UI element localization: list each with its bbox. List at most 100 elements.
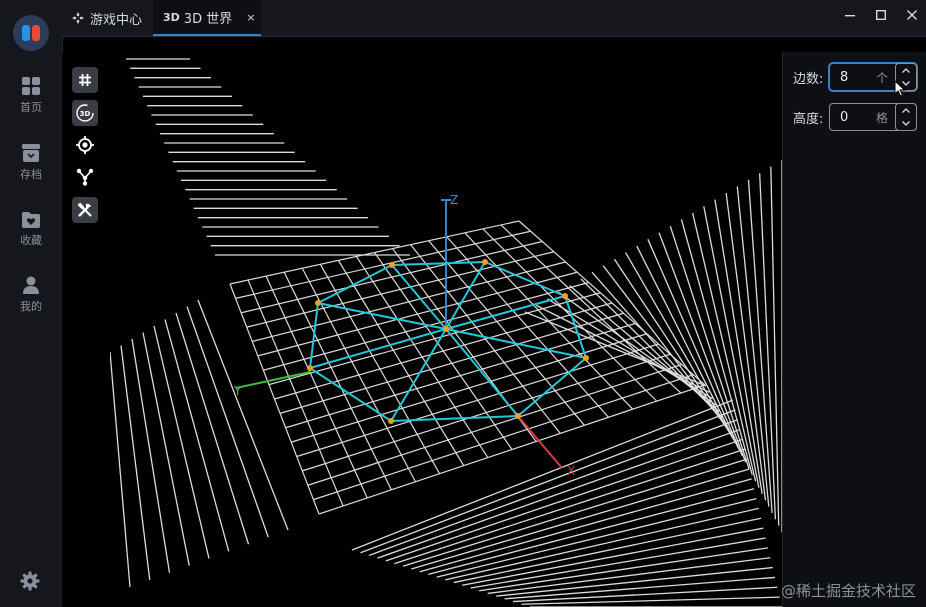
switch-logo-icon (22, 25, 40, 41)
3d-view-button[interactable]: 3D (72, 100, 98, 126)
tab-3d-world[interactable]: 3D 3D 世界 × (153, 0, 261, 36)
3d-badge: 3D (163, 10, 180, 24)
close-window-button[interactable] (902, 6, 922, 24)
minimize-icon (845, 15, 855, 17)
sidebar-item-home[interactable]: 首页 (0, 77, 62, 115)
graph-icon (76, 168, 94, 186)
target-button[interactable] (72, 132, 98, 158)
polygon-vertex[interactable] (307, 365, 313, 371)
archive-icon (22, 144, 40, 162)
chevron-up-icon (902, 68, 910, 73)
polygon-vertex[interactable] (443, 326, 449, 332)
grid-toggle-icon (79, 74, 91, 86)
height-input[interactable] (830, 109, 870, 125)
decrement-button[interactable] (896, 117, 916, 130)
grid-icon (22, 77, 40, 95)
tools-icon (77, 202, 92, 217)
sidebar-item-archive[interactable]: 存档 (0, 144, 62, 182)
chevron-up-icon (902, 108, 910, 113)
polygon-vertex[interactable] (388, 418, 394, 424)
grid-line (521, 596, 780, 605)
polygon-vertex[interactable] (482, 259, 488, 265)
z-axis-label: Z (450, 193, 458, 207)
watermark: @稀土掘金技术社区 (780, 582, 916, 600)
y-axis-label: Y (233, 384, 242, 398)
sides-label: 边数: (793, 71, 824, 87)
sides-unit: 个 (876, 70, 889, 85)
grid-line (445, 507, 759, 581)
sidebar-item-label: 存档 (20, 168, 42, 181)
grid-line (725, 192, 767, 501)
polygon-vertex[interactable] (515, 413, 521, 419)
heart-folder-icon (22, 212, 40, 228)
grid-toggle-button[interactable] (72, 67, 98, 93)
height-unit: 格 (876, 110, 889, 125)
tool-strip: 3D (62, 52, 110, 607)
close-icon (907, 10, 917, 20)
height-row: 高度: 格 (793, 103, 917, 131)
3d-rotate-icon: 3D (76, 104, 94, 122)
user-icon (23, 276, 39, 294)
grid-line (669, 225, 750, 469)
grid-line (428, 240, 585, 426)
floor-grid (229, 220, 706, 515)
octagon-shape[interactable] (307, 259, 589, 424)
x-axis (516, 414, 563, 469)
sides-input[interactable] (830, 69, 870, 85)
grid-line (703, 206, 760, 488)
grid-line (759, 173, 777, 520)
grid-line (307, 363, 682, 486)
maximize-icon (876, 10, 886, 20)
grid-line (487, 557, 771, 595)
polygon-vertex[interactable] (583, 355, 589, 361)
polygon-edge (309, 302, 319, 369)
height-stepper-arrows[interactable] (895, 103, 917, 131)
sidebar: 首页 存档 收藏 我的 (0, 0, 63, 607)
grid-line (197, 299, 289, 531)
gamepad-icon (72, 12, 84, 24)
close-tab-icon[interactable]: × (246, 11, 255, 24)
polygon-vertex[interactable] (389, 262, 395, 268)
grid-line (175, 312, 250, 545)
increment-button[interactable] (896, 104, 916, 117)
sidebar-item-label: 收藏 (20, 234, 42, 247)
grid-line (110, 351, 131, 588)
property-panel: 边数: 个 高度: 格 (782, 52, 926, 607)
grid-line (524, 311, 707, 387)
chevron-down-icon (902, 121, 910, 126)
scene-canvas[interactable]: Z Y X (110, 52, 782, 607)
increment-button[interactable] (896, 64, 916, 77)
sidebar-item-label: 首页 (20, 101, 42, 114)
sidebar-item-favorites[interactable]: 收藏 (0, 210, 62, 248)
tab-game-center[interactable]: 游戏中心 (72, 0, 142, 36)
maximize-button[interactable] (871, 6, 891, 24)
sidebar-item-profile[interactable]: 我的 (0, 276, 62, 314)
grid-line (377, 428, 741, 559)
3d-viewport[interactable]: Z Y X (110, 52, 782, 607)
app-logo (13, 15, 49, 51)
grid-line (428, 488, 755, 576)
tools-button[interactable] (72, 197, 98, 223)
tab-label: 游戏中心 (90, 12, 143, 28)
height-label: 高度: (793, 111, 824, 127)
minimize-button[interactable] (840, 6, 860, 24)
polygon-edge (390, 415, 519, 422)
gear-icon (20, 571, 40, 591)
polygon-edge (517, 357, 587, 417)
settings-button[interactable] (20, 571, 40, 595)
grid-line (313, 374, 694, 501)
3d-badge-text: 3D (80, 110, 91, 118)
graph-button[interactable] (72, 164, 98, 190)
grid-line (658, 232, 747, 463)
target-icon (76, 136, 94, 154)
grid-line (120, 345, 151, 580)
grid-line (411, 468, 750, 570)
grid-line (500, 224, 682, 394)
polygon-edge (309, 367, 392, 422)
grid-line (714, 199, 763, 495)
sidebar-item-label: 我的 (20, 300, 42, 313)
height-stepper[interactable]: 格 (829, 103, 917, 131)
x-axis-label: X (567, 464, 575, 478)
polygon-vertex[interactable] (315, 300, 321, 306)
polygon-vertex[interactable] (562, 293, 568, 299)
